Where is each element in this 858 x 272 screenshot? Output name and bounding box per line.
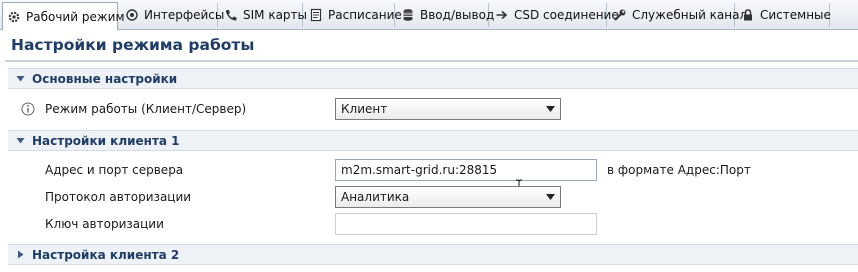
collapse-triangle-icon — [16, 74, 25, 83]
database-icon — [401, 8, 415, 22]
server-address-hint: в формате Адрес:Порт — [607, 163, 751, 177]
chevron-down-icon — [546, 194, 555, 200]
server-address-value: m2m.smart-grid.ru:28815 — [341, 163, 498, 177]
server-address-label: Адрес и порт сервера — [45, 163, 184, 177]
tab-service-channel[interactable]: Служебный канал — [609, 3, 747, 27]
expand-triangle-icon — [16, 250, 25, 259]
auth-protocol-value: Аналитика — [341, 190, 410, 204]
phone-icon — [224, 8, 238, 22]
tab-bar: Рабочий режим Интерфейсы SIM карты Распи… — [0, 0, 858, 30]
auth-protocol-select[interactable]: Аналитика — [335, 186, 561, 208]
tab-system[interactable]: Системные — [737, 3, 831, 27]
tab-label: Ввод/вывод — [420, 8, 495, 22]
arrow-right-icon — [495, 8, 509, 22]
chevron-down-icon — [546, 106, 555, 112]
gear-icon — [7, 10, 21, 24]
mode-select[interactable]: Клиент — [335, 98, 561, 120]
info-icon — [21, 102, 35, 116]
server-address-input[interactable]: m2m.smart-grid.ru:28815 — [335, 159, 597, 181]
tab-label: Рабочий режим — [26, 9, 125, 24]
tab-label: SIM карты — [243, 8, 308, 22]
tab-schedule[interactable]: Расписание — [305, 3, 402, 27]
title-divider — [5, 60, 858, 62]
schedule-icon — [309, 8, 323, 22]
page-title: Настройки режима работы — [11, 36, 255, 54]
tab-sim-cards[interactable]: SIM карты — [220, 3, 307, 27]
tab-label: Системные — [760, 8, 831, 22]
auth-protocol-label: Протокол авторизации — [45, 190, 192, 204]
auth-key-input[interactable] — [335, 213, 597, 235]
section-title: Настройки клиента 1 — [32, 133, 180, 148]
tab-label: Интерфейсы — [144, 8, 225, 22]
tab-io[interactable]: Ввод/вывод — [397, 3, 494, 27]
section-client-2[interactable]: Настройка клиента 2 — [8, 244, 858, 265]
tab-label: Служебный канал — [632, 8, 748, 22]
network-icon — [125, 8, 139, 22]
tab-operating-mode[interactable]: Рабочий режим — [2, 2, 125, 30]
mode-select-value: Клиент — [341, 102, 388, 116]
section-title: Настройка клиента 2 — [32, 247, 180, 262]
lock-icon — [741, 8, 755, 22]
section-title: Основные настройки — [32, 71, 178, 86]
wrench-icon — [613, 8, 627, 22]
tab-csd[interactable]: CSD соединение — [491, 3, 619, 27]
tab-label: Расписание — [328, 8, 402, 22]
auth-key-label: Ключ авторизации — [45, 217, 164, 231]
mode-label: Режим работы (Клиент/Сервер) — [45, 102, 247, 116]
collapse-triangle-icon — [16, 136, 25, 145]
section-basic-settings[interactable]: Основные настройки — [8, 68, 858, 89]
section-client-1[interactable]: Настройки клиента 1 — [8, 130, 858, 151]
tab-interfaces[interactable]: Интерфейсы — [121, 3, 224, 27]
tab-label: CSD соединение — [514, 8, 619, 22]
